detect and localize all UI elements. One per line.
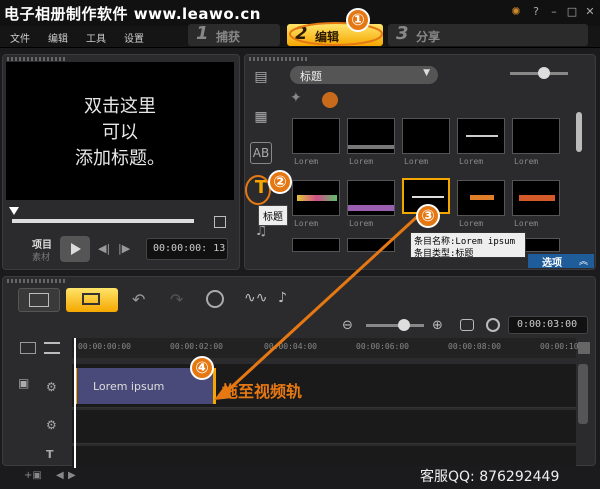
scroll-right-icon[interactable]: ▶ [68,470,76,481]
callout-3: ③ [416,204,440,228]
support-text: 客服QQ: 876292449 [420,469,560,485]
drag-arrow-overlay [214,22,422,400]
callout-2: ② [268,170,292,194]
callout-4: ④ [190,356,214,380]
scroll-left-icon[interactable]: ◀ [56,470,64,481]
add-track-icon[interactable]: +▣ [24,470,42,481]
drag-instruction: 拖至视频轨 [222,382,303,401]
callout-1: ① [346,8,370,32]
